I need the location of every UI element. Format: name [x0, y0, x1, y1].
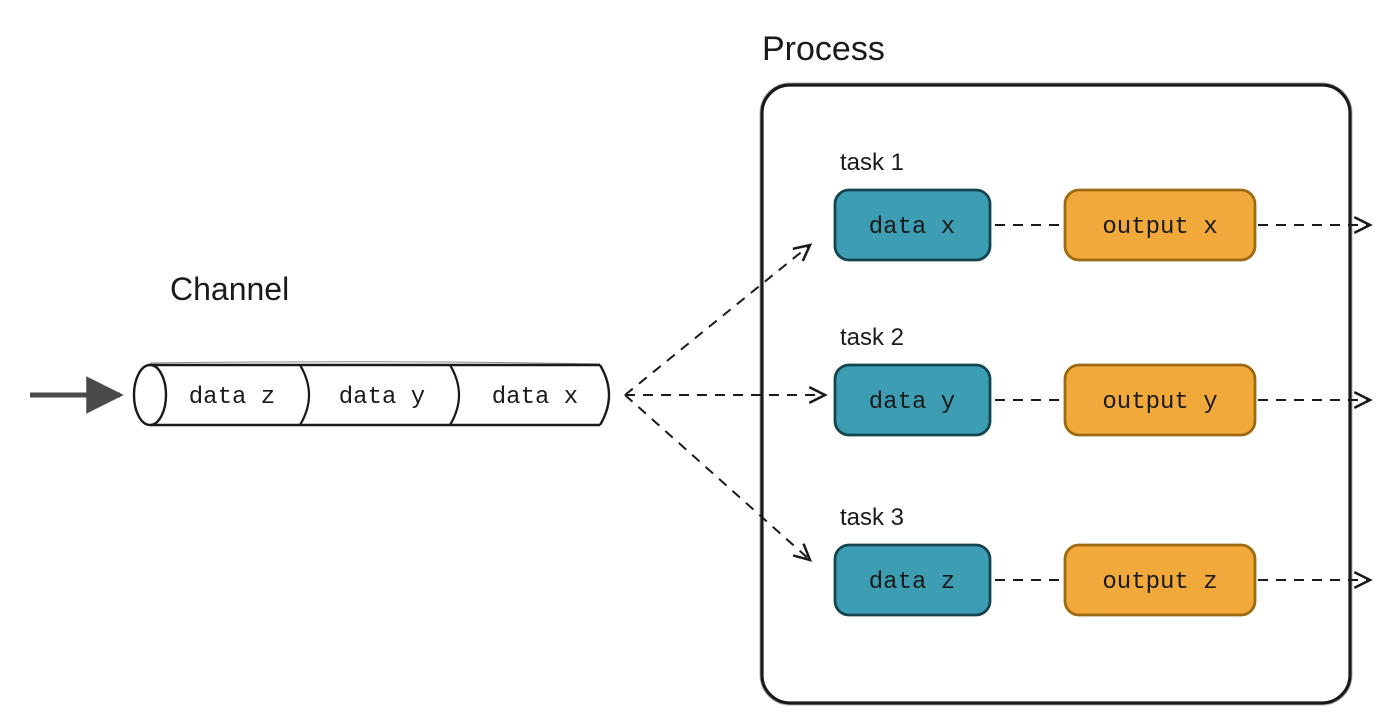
task-label-2: task 2 — [840, 324, 904, 351]
task-data-box-2: data y — [835, 365, 990, 435]
svg-text:output x: output x — [1102, 214, 1217, 241]
channel-item-0: data z — [189, 384, 275, 411]
svg-text:data z: data z — [869, 569, 955, 596]
flow-arrow-to-task-3 — [625, 395, 810, 560]
channel-title: Channel — [170, 271, 289, 307]
channel-item-1: data y — [339, 384, 425, 411]
channel-item-2: data x — [492, 384, 578, 411]
task-output-box-1: output x — [1065, 190, 1255, 260]
process-title: Process — [762, 30, 885, 68]
task-label-3: task 3 — [840, 504, 904, 531]
task-data-box-1: data x — [835, 190, 990, 260]
svg-text:data y: data y — [869, 389, 955, 416]
task-output-box-3: output z — [1065, 545, 1255, 615]
task-output-box-2: output y — [1065, 365, 1255, 435]
flow-arrow-to-task-1 — [625, 245, 810, 395]
diagram-canvas: Channel data z data y data x Process tas… — [0, 0, 1384, 714]
task-data-box-3: data z — [835, 545, 990, 615]
svg-text:data x: data x — [869, 214, 955, 241]
task-label-1: task 1 — [840, 149, 904, 176]
svg-text:output z: output z — [1102, 569, 1217, 596]
svg-text:output y: output y — [1102, 389, 1217, 416]
